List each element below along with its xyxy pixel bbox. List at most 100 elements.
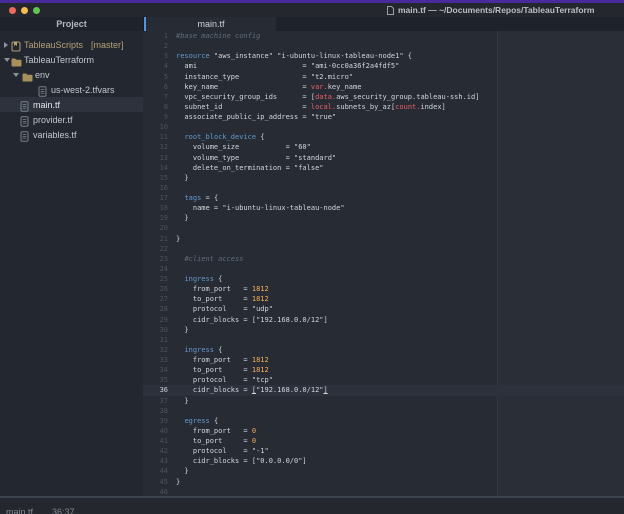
tab-main-tf[interactable]: main.tf bbox=[146, 17, 276, 31]
code-line[interactable]: 39 egress { bbox=[143, 416, 624, 426]
line-number[interactable]: 31 bbox=[143, 336, 168, 344]
line-number[interactable]: 46 bbox=[143, 488, 168, 496]
line-number[interactable]: 18 bbox=[143, 204, 168, 212]
close-window-button[interactable] bbox=[9, 6, 16, 14]
minimize-window-button[interactable] bbox=[21, 6, 28, 14]
window-titlebar[interactable]: main.tf — ~/Documents/Repos/TableauTerra… bbox=[0, 3, 624, 17]
code-line[interactable]: 5 instance_type = "t2.micro" bbox=[143, 72, 624, 82]
line-number[interactable]: 39 bbox=[143, 417, 168, 425]
line-number[interactable]: 7 bbox=[143, 93, 168, 101]
code-line[interactable]: 20 bbox=[143, 223, 624, 233]
line-number[interactable]: 1 bbox=[143, 32, 168, 40]
line-number[interactable]: 29 bbox=[143, 316, 168, 324]
line-number[interactable]: 8 bbox=[143, 103, 168, 111]
chevron-expanded-icon[interactable] bbox=[4, 58, 10, 62]
sidebar-item-variables-tf[interactable]: variables.tf bbox=[0, 127, 143, 142]
code-line[interactable]: 28 protocol = "udp" bbox=[143, 304, 624, 314]
line-number[interactable]: 19 bbox=[143, 214, 168, 222]
line-number[interactable]: 23 bbox=[143, 255, 168, 263]
line-number[interactable]: 20 bbox=[143, 224, 168, 232]
code-line[interactable]: 42 protocol = "-1" bbox=[143, 446, 624, 456]
code-line[interactable]: 37 } bbox=[143, 396, 624, 406]
line-number[interactable]: 41 bbox=[143, 437, 168, 445]
code-line[interactable]: 44 } bbox=[143, 466, 624, 476]
line-number[interactable]: 25 bbox=[143, 275, 168, 283]
code-line[interactable]: 11 root_block_device { bbox=[143, 132, 624, 142]
code-line[interactable]: 19 } bbox=[143, 213, 624, 223]
code-line[interactable]: 16 bbox=[143, 183, 624, 193]
sidebar-item-tableauterraform[interactable]: TableauTerraform bbox=[0, 52, 143, 67]
line-number[interactable]: 43 bbox=[143, 457, 168, 465]
line-number[interactable]: 21 bbox=[143, 235, 168, 243]
code-line[interactable]: 2 bbox=[143, 41, 624, 51]
line-number[interactable]: 30 bbox=[143, 326, 168, 334]
code-line[interactable]: 31 bbox=[143, 335, 624, 345]
code-line[interactable]: 40 from_port = 0 bbox=[143, 426, 624, 436]
code-line[interactable]: 38 bbox=[143, 406, 624, 416]
code-line[interactable]: 35 protocol = "tcp" bbox=[143, 375, 624, 385]
chevron-expanded-icon[interactable] bbox=[13, 73, 19, 77]
line-number[interactable]: 40 bbox=[143, 427, 168, 435]
code-editor[interactable]: 1 #base machine config 2 3 resource "aws_ins… bbox=[143, 31, 624, 496]
line-number[interactable]: 3 bbox=[143, 52, 168, 60]
code-line[interactable]: 17 tags = { bbox=[143, 193, 624, 203]
line-number[interactable]: 17 bbox=[143, 194, 168, 202]
line-number[interactable]: 26 bbox=[143, 285, 168, 293]
code-line[interactable]: 29 cidr_blocks = ["192.168.0.0/12"] bbox=[143, 315, 624, 325]
line-number[interactable]: 10 bbox=[143, 123, 168, 131]
line-number[interactable]: 2 bbox=[143, 42, 168, 50]
code-line[interactable]: 22 bbox=[143, 244, 624, 254]
code-line[interactable]: 14 delete_on_termination = "false" bbox=[143, 163, 624, 173]
project-sidebar[interactable]: TableauScripts [master] TableauTerraform en… bbox=[0, 31, 143, 496]
line-number[interactable]: 11 bbox=[143, 133, 168, 141]
line-number[interactable]: 32 bbox=[143, 346, 168, 354]
line-number[interactable]: 35 bbox=[143, 376, 168, 384]
line-number[interactable]: 44 bbox=[143, 467, 168, 475]
code-line[interactable]: 18 name = "i-ubuntu-linux-tableau-node" bbox=[143, 203, 624, 213]
code-line[interactable]: 23 #client access bbox=[143, 254, 624, 264]
code-line[interactable]: 9 associate_public_ip_address = "true" bbox=[143, 112, 624, 122]
line-number[interactable]: 36 bbox=[143, 386, 168, 394]
code-line[interactable]: 41 to_port = 0 bbox=[143, 436, 624, 446]
line-number[interactable]: 45 bbox=[143, 478, 168, 486]
sidebar-item-provider-tf[interactable]: provider.tf bbox=[0, 112, 143, 127]
sidebar-item-main-tf[interactable]: main.tf bbox=[0, 97, 143, 112]
code-line[interactable]: 36 cidr_blocks = ["192.168.0.0/12"] bbox=[143, 385, 624, 396]
line-number[interactable]: 16 bbox=[143, 184, 168, 192]
line-number[interactable]: 33 bbox=[143, 356, 168, 364]
code-line[interactable]: 30 } bbox=[143, 325, 624, 335]
code-line[interactable]: 27 to_port = 1812 bbox=[143, 294, 624, 304]
sidebar-item-env[interactable]: env bbox=[0, 67, 143, 82]
line-number[interactable]: 42 bbox=[143, 447, 168, 455]
line-number[interactable]: 15 bbox=[143, 174, 168, 182]
code-line[interactable]: 1 #base machine config bbox=[143, 31, 624, 41]
code-line[interactable]: 34 to_port = 1812 bbox=[143, 365, 624, 375]
line-number[interactable]: 14 bbox=[143, 164, 168, 172]
sidebar-item-us-west-2-tfvars[interactable]: us-west-2.tfvars bbox=[0, 82, 143, 97]
code-line[interactable]: 46 bbox=[143, 487, 624, 496]
line-number[interactable]: 13 bbox=[143, 154, 168, 162]
code-line[interactable]: 3 resource "aws_instance" "i-ubuntu-linux… bbox=[143, 51, 624, 61]
code-line[interactable]: 26 from_port = 1812 bbox=[143, 284, 624, 294]
code-line[interactable]: 21} bbox=[143, 234, 624, 244]
code-line[interactable]: 6 key_name = var.key_name bbox=[143, 82, 624, 92]
code-line[interactable]: 24 bbox=[143, 264, 624, 274]
code-line[interactable]: 33 from_port = 1812 bbox=[143, 355, 624, 365]
code-line[interactable]: 13 volume_type = "standard" bbox=[143, 153, 624, 163]
code-line[interactable]: 45} bbox=[143, 477, 624, 487]
code-line[interactable]: 12 volume_size = "60" bbox=[143, 142, 624, 152]
line-number[interactable]: 12 bbox=[143, 143, 168, 151]
line-number[interactable]: 34 bbox=[143, 366, 168, 374]
line-number[interactable]: 4 bbox=[143, 62, 168, 70]
sidebar-item-tableauscripts[interactable]: TableauScripts [master] bbox=[0, 37, 143, 52]
code-line[interactable]: 43 cidr_blocks = ["0.0.0.0/0"] bbox=[143, 456, 624, 466]
code-line[interactable]: 8 subnet_id = local.subnets_by_az[count.… bbox=[143, 102, 624, 112]
chevron-collapsed-icon[interactable] bbox=[4, 41, 8, 48]
line-number[interactable]: 38 bbox=[143, 407, 168, 415]
line-number[interactable]: 24 bbox=[143, 265, 168, 273]
line-number[interactable]: 9 bbox=[143, 113, 168, 121]
code-line[interactable]: 7 vpc_security_group_ids = [data.aws_sec… bbox=[143, 92, 624, 102]
line-number[interactable]: 6 bbox=[143, 83, 168, 91]
maximize-window-button[interactable] bbox=[33, 6, 40, 14]
line-number[interactable]: 37 bbox=[143, 397, 168, 405]
